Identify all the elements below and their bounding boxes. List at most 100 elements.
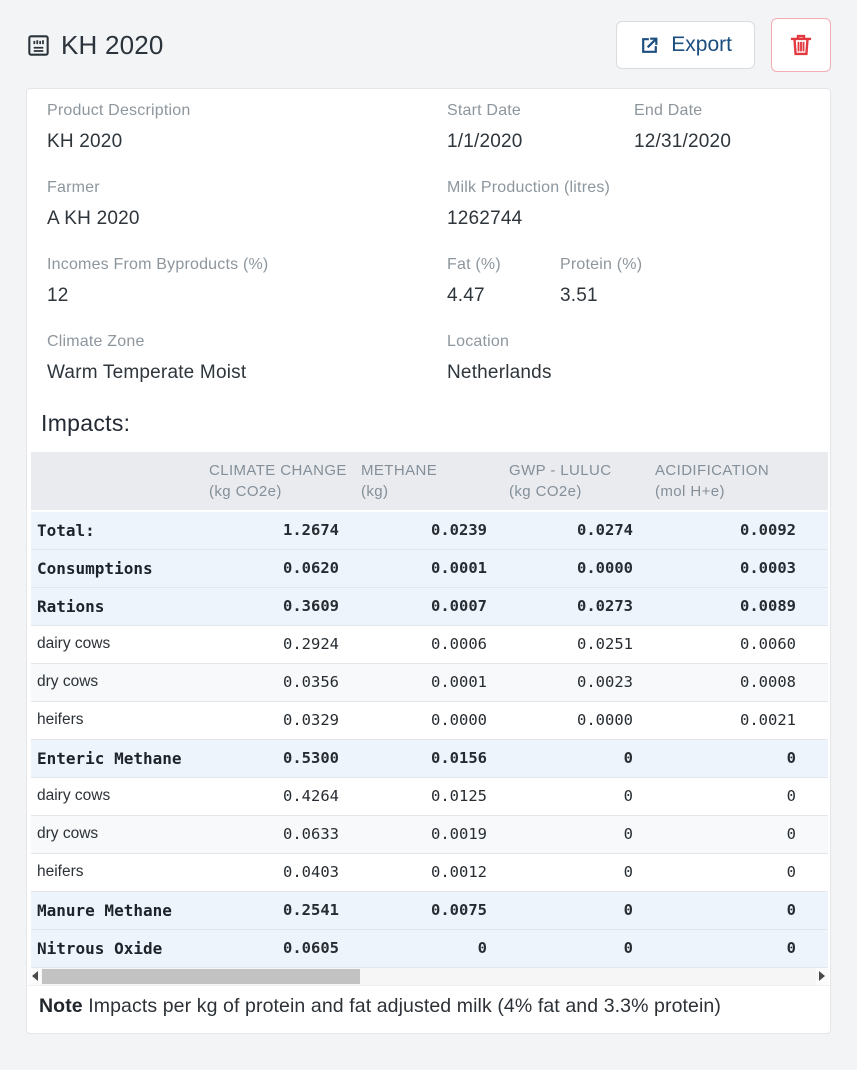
impacts-row-dry-cows: dry cows0.06330.001900	[31, 815, 828, 853]
impacts-row-dairy-cows: dairy cows0.29240.00060.02510.0060	[31, 625, 828, 663]
column-header-acidification: ACIDIFICATION(mol H+e)	[647, 452, 828, 511]
impact-value: 0	[501, 815, 647, 853]
row-label: dry cows	[31, 663, 201, 701]
row-label: Manure Methane	[31, 891, 201, 929]
row-label: Total:	[31, 511, 201, 549]
impact-value: 0	[647, 929, 828, 967]
impact-value: 0.0125	[353, 777, 501, 815]
impact-value: 0.0000	[353, 701, 501, 739]
horizontal-scrollbar	[29, 968, 828, 985]
scroll-left-button[interactable]	[29, 968, 41, 985]
impact-value: 0.0019	[353, 815, 501, 853]
column-name: ACIDIFICATION	[655, 462, 828, 479]
impact-value: 0	[647, 853, 828, 891]
page-title: KH 2020	[61, 30, 164, 61]
external-link-icon	[639, 35, 660, 56]
impact-value: 0.0006	[353, 625, 501, 663]
field-milk-production-litres: Milk Production (litres) 1262744	[447, 179, 610, 230]
impact-value: 0.0239	[353, 511, 501, 549]
impacts-row-enteric-methane: Enteric Methane0.53000.015600	[31, 739, 828, 777]
column-header-methane: METHANE(kg)	[353, 452, 501, 511]
impact-value: 0.0605	[201, 929, 353, 967]
column-name: GWP - LULUC	[509, 462, 647, 479]
field-label: Climate Zone	[47, 333, 447, 351]
scroll-right-button[interactable]	[816, 968, 828, 985]
impact-value: 0.0273	[501, 587, 647, 625]
export-button[interactable]: Export	[616, 21, 755, 69]
column-unit: (kg CO2e)	[209, 483, 353, 500]
scrollbar-thumb[interactable]	[42, 969, 360, 984]
impact-value: 0.0001	[353, 549, 501, 587]
delete-button[interactable]	[771, 18, 831, 72]
field-end-date: End Date12/31/2020	[634, 102, 731, 153]
scrollbar-track[interactable]	[41, 968, 816, 985]
impact-value: 0	[353, 929, 501, 967]
field-value: Warm Temperate Moist	[47, 362, 447, 384]
impacts-row-heifers: heifers0.03290.00000.00000.0021	[31, 701, 828, 739]
export-button-label: Export	[671, 33, 732, 57]
impacts-row-nitrous-oxide: Nitrous Oxide0.0605000	[31, 929, 828, 967]
field-row: Incomes From Byproducts (%)12Fat (%)4.47…	[47, 256, 810, 307]
field-label: Product Description	[47, 102, 447, 120]
field-grid: Product Description KH 2020Start Date1/1/…	[27, 89, 830, 384]
impact-value: 0.0620	[201, 549, 353, 587]
title-wrap: KH 2020	[26, 30, 164, 61]
impact-value: 0.0060	[647, 625, 828, 663]
impact-value: 0	[501, 929, 647, 967]
column-header-rowlabel	[31, 452, 201, 511]
impact-value: 0.0356	[201, 663, 353, 701]
impact-value: 0.0329	[201, 701, 353, 739]
impacts-row-manure-methane: Manure Methane0.25410.007500	[31, 891, 828, 929]
impacts-row-dry-cows: dry cows0.03560.00010.00230.0008	[31, 663, 828, 701]
impact-value: 0.0003	[647, 549, 828, 587]
impact-value: 0.4264	[201, 777, 353, 815]
impact-value: 0.0092	[647, 511, 828, 549]
impact-value: 0.0156	[353, 739, 501, 777]
impact-value: 0.0007	[353, 587, 501, 625]
impact-value: 0.0000	[501, 549, 647, 587]
impacts-row-consumptions: Consumptions0.06200.00010.00000.0003	[31, 549, 828, 587]
right-arrow-icon	[819, 971, 825, 981]
field-value: 12	[47, 285, 447, 307]
impact-value: 0.0251	[501, 625, 647, 663]
impact-value: 0.0023	[501, 663, 647, 701]
field-value: Netherlands	[447, 362, 552, 384]
impact-value: 1.2674	[201, 511, 353, 549]
field-value: 12/31/2020	[634, 131, 731, 153]
impact-value: 0	[501, 739, 647, 777]
impact-value: 0.3609	[201, 587, 353, 625]
impact-value: 0	[647, 891, 828, 929]
impact-value: 0	[501, 891, 647, 929]
impact-value: 0.0274	[501, 511, 647, 549]
impacts-table: CLIMATE CHANGE(kg CO2e)METHANE(kg) GWP - …	[31, 452, 828, 968]
field-value: 1262744	[447, 208, 610, 230]
row-label: Enteric Methane	[31, 739, 201, 777]
field-start-date: Start Date1/1/2020	[447, 102, 634, 153]
field-row: Product Description KH 2020Start Date1/1/…	[47, 102, 810, 153]
impacts-row-heifers: heifers0.04030.001200	[31, 853, 828, 891]
field-label: Fat (%)	[447, 256, 560, 274]
impact-value: 0	[647, 777, 828, 815]
header-actions: Export	[616, 18, 831, 72]
field-label: Farmer	[47, 179, 447, 197]
row-label: Nitrous Oxide	[31, 929, 201, 967]
column-header-climate-change: CLIMATE CHANGE(kg CO2e)	[201, 452, 353, 511]
impact-value: 0.0021	[647, 701, 828, 739]
page: KH 2020 Export	[0, 0, 857, 1070]
field-product-description: Product Description KH 2020	[47, 102, 447, 153]
impact-value: 0.0012	[353, 853, 501, 891]
note-label: Note	[39, 995, 83, 1017]
field-location: LocationNetherlands	[447, 333, 552, 384]
field-label: Milk Production (litres)	[447, 179, 610, 197]
impact-value: 0.0008	[647, 663, 828, 701]
field-row: FarmerA KH 2020Milk Production (litres)1…	[47, 179, 810, 230]
top-bar: KH 2020 Export	[26, 14, 831, 76]
impact-value: 0	[647, 815, 828, 853]
impact-value: 0.5300	[201, 739, 353, 777]
column-unit: (kg)	[361, 483, 501, 500]
impacts-row-rations: Rations0.36090.00070.02730.0089	[31, 587, 828, 625]
field-climate-zone: Climate Zone Warm Temperate Moist	[47, 333, 447, 384]
field-label: Protein (%)	[560, 256, 642, 274]
field-value: KH 2020	[47, 131, 447, 153]
row-label: heifers	[31, 701, 201, 739]
